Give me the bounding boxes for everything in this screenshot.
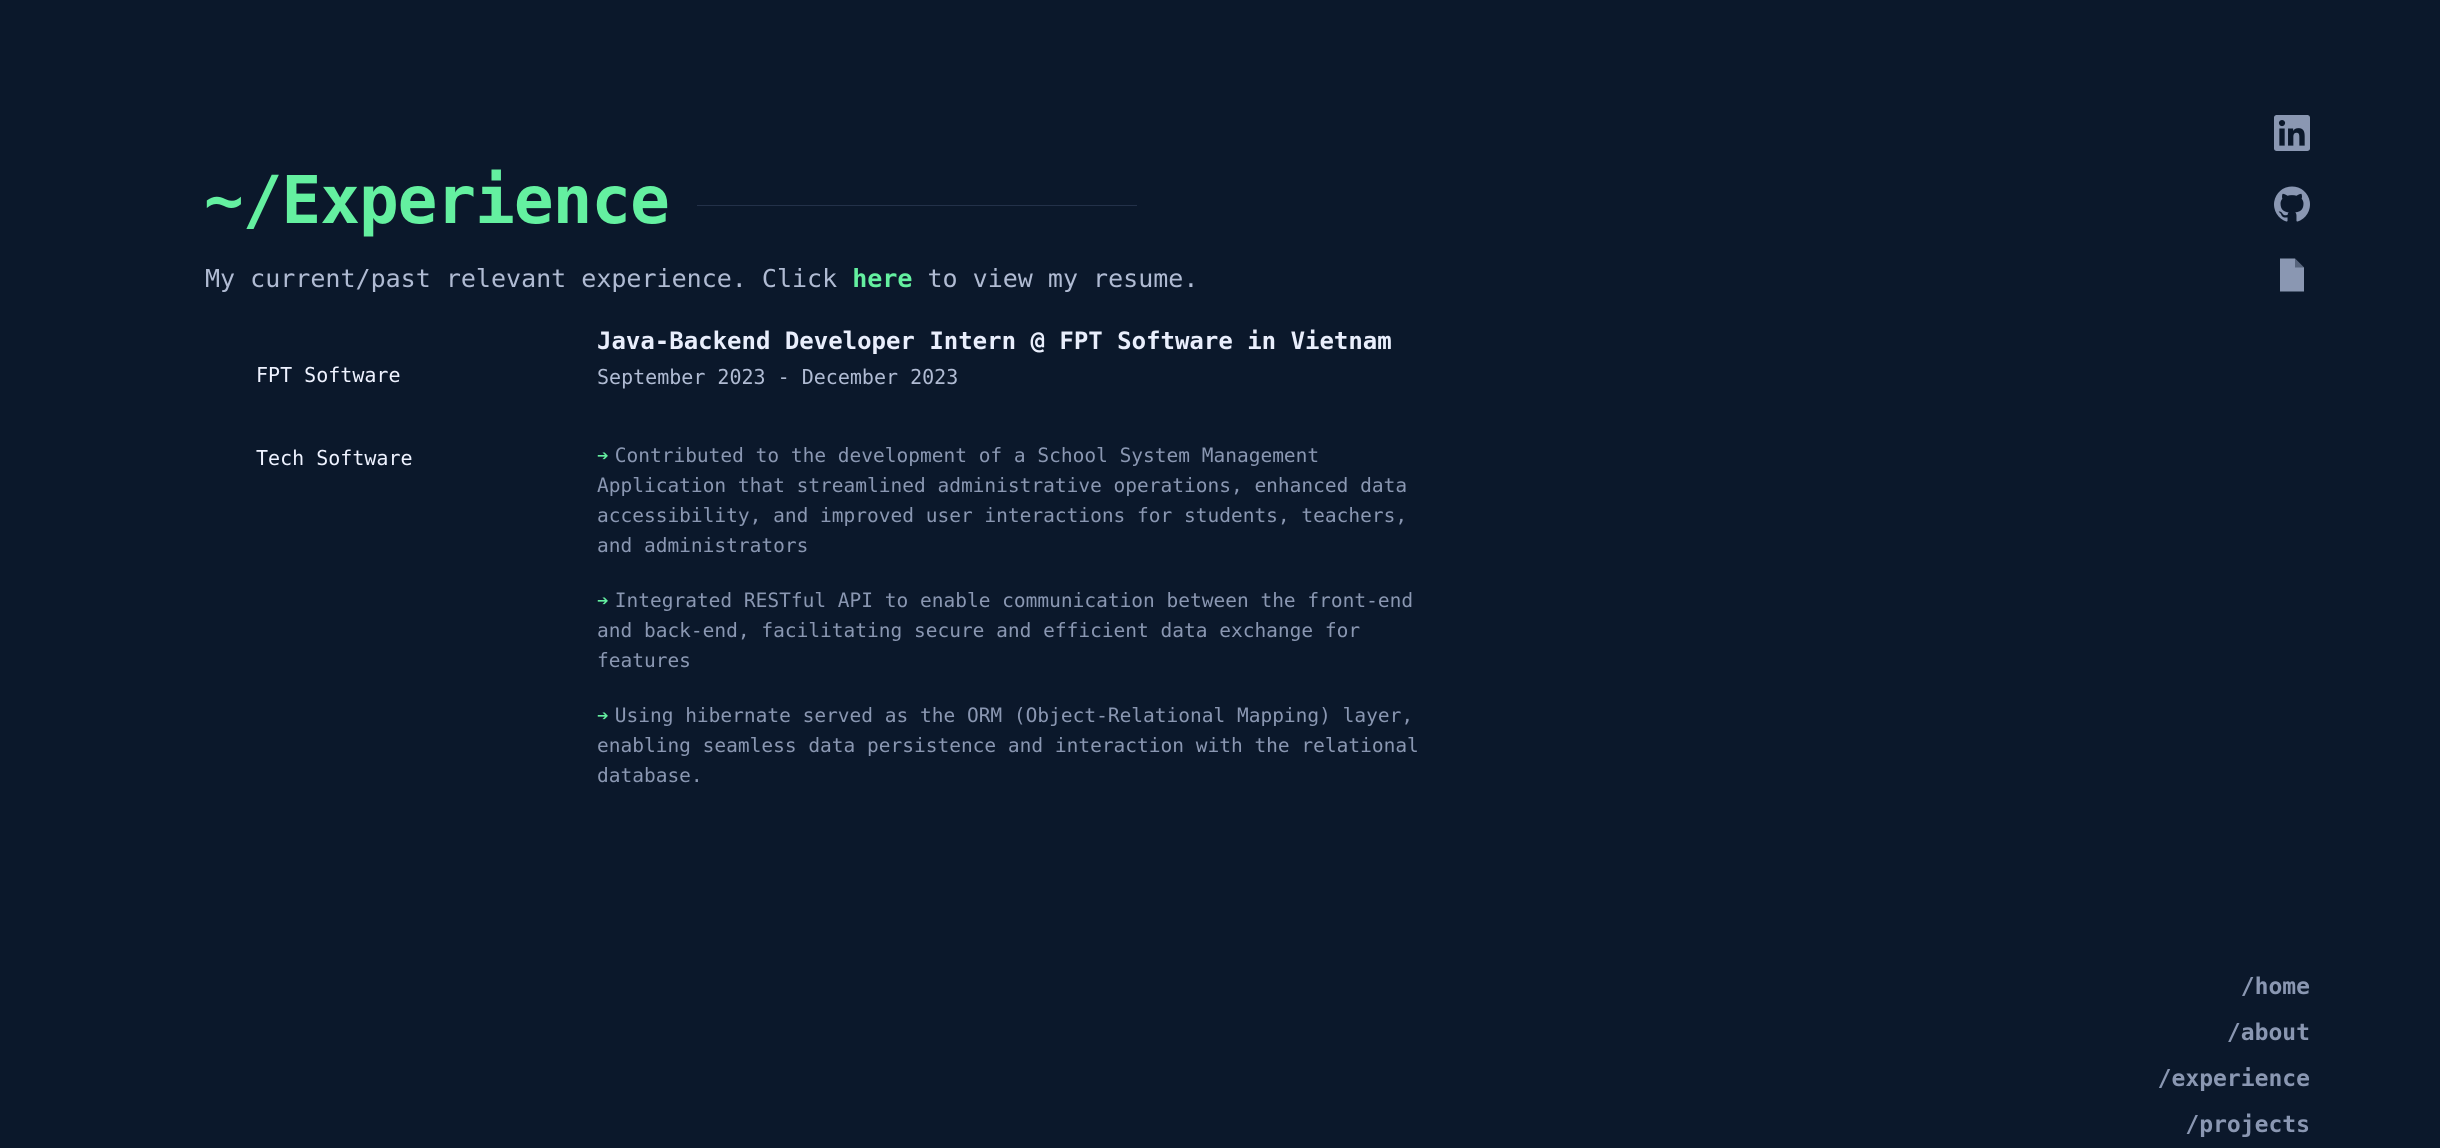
arrow-right-icon: ➔ (597, 589, 609, 612)
arrow-right-icon: ➔ (597, 704, 609, 727)
subtitle-text-before: My current/past relevant experience. Cli… (205, 264, 853, 293)
job-details: Java-Backend Developer Intern @ FPT Soft… (597, 327, 1437, 816)
page-title: ~/Experience (204, 162, 670, 239)
title-divider (696, 204, 1137, 206)
company-tab-tech-software[interactable]: Tech Software (256, 443, 413, 526)
job-date-range: September 2023 - December 2023 (597, 365, 959, 389)
job-bullet-text: Using hibernate served as the ORM (Objec… (597, 704, 1419, 787)
job-bullet: ➔ Using hibernate served as the ORM (Obje… (597, 701, 1427, 791)
nav-about[interactable]: /about (2158, 1010, 2310, 1056)
job-bullet-text: Contributed to the development of a Scho… (597, 444, 1408, 557)
company-tab-list: FPT Software Tech Software (256, 360, 413, 526)
arrow-right-icon: ➔ (597, 444, 609, 467)
subtitle-text-after: to view my resume. (912, 264, 1199, 293)
job-bullet-list: ➔ Contributed to the development of a Sch… (597, 441, 1427, 791)
nav-home[interactable]: /home (2158, 964, 2310, 1010)
nav-projects[interactable]: /projects (2158, 1102, 2310, 1148)
company-tab-fpt-software[interactable]: FPT Software (256, 360, 413, 443)
side-nav: /home /about /experience /projects (2158, 964, 2310, 1148)
job-bullet: ➔ Integrated RESTful API to enable commun… (597, 586, 1427, 676)
social-links (2274, 115, 2310, 328)
job-bullet: ➔ Contributed to the development of a Sch… (597, 441, 1427, 561)
resume-link[interactable]: here (852, 264, 912, 293)
job-bullet-text: Integrated RESTful API to enable communi… (597, 589, 1414, 672)
linkedin-icon[interactable] (2274, 115, 2310, 151)
job-title: Java-Backend Developer Intern @ FPT Soft… (597, 327, 1392, 355)
document-icon[interactable] (2274, 257, 2310, 293)
section-header: ~/Experience (204, 168, 1137, 234)
page-subtitle: My current/past relevant experience. Cli… (205, 264, 1198, 293)
nav-experience[interactable]: /experience (2158, 1056, 2310, 1102)
github-icon[interactable] (2274, 186, 2310, 222)
